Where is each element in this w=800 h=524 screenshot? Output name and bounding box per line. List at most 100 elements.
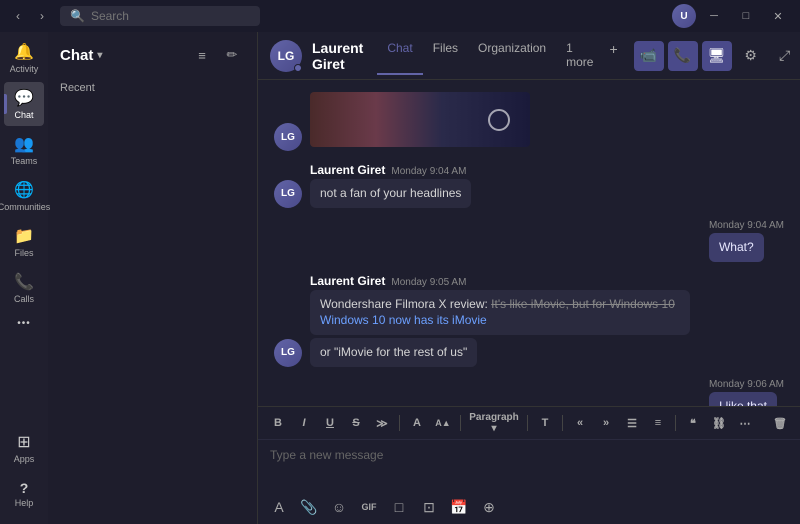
more-compose-button[interactable]: ⊕ [476, 494, 502, 520]
schedule-button[interactable]: 📅 [446, 494, 472, 520]
compose-icon: ✏ [227, 47, 238, 63]
messages-area[interactable]: LG LG Laurent Giret Monday 9:04 AM not a… [258, 80, 800, 406]
chat-label: Chat [14, 110, 33, 120]
meet-now-button[interactable]: ⊡ [416, 494, 442, 520]
emoji-button[interactable]: ☺ [326, 494, 352, 520]
sidebar-item-help[interactable]: ? Help [4, 474, 44, 514]
user-avatar: U [672, 4, 696, 28]
sidebar-item-chat[interactable]: 💬 Chat [4, 82, 44, 126]
strikethrough-button[interactable]: S [344, 411, 368, 435]
sidebar-item-files[interactable]: 📁 Files [4, 220, 44, 264]
msg-link-3[interactable]: Windows 10 now has its iMovie [320, 313, 487, 327]
search-input[interactable] [91, 9, 250, 23]
chat-list-header: Chat ▾ ≡ ✏ [48, 32, 257, 78]
tab-chat[interactable]: Chat [377, 37, 422, 75]
minimize-button[interactable]: ─ [700, 6, 728, 26]
compose-placeholder: Type a new message [270, 448, 788, 462]
msg-content-1: Laurent Giret Monday 9:04 AM not a fan o… [310, 163, 784, 208]
msg-bubble-1: not a fan of your headlines [310, 179, 471, 208]
msg-text-before-3: Wondershare Filmora X review: [320, 297, 491, 311]
compose-input-area[interactable]: Type a new message [258, 440, 800, 490]
number-list-button[interactable]: ≡ [646, 411, 670, 435]
bullet-list-button[interactable]: ☰ [620, 411, 644, 435]
msg-bubble-2: What? [709, 233, 764, 262]
more-toolbar-button[interactable]: ⋯ [733, 411, 757, 435]
topbar-actions: 📹 📞 🖥 ⚙ ⤢ [634, 41, 800, 71]
msg-sender-1: Laurent Giret [310, 163, 385, 177]
restore-button[interactable]: □ [732, 6, 760, 26]
tab-organization[interactable]: Organization [468, 37, 556, 75]
text-format-icon: A [274, 499, 283, 515]
active-indicator [4, 94, 7, 114]
screen-icon: 🖥 [708, 47, 726, 64]
highlight-button[interactable]: A▲ [431, 411, 455, 435]
sidebar-item-apps[interactable]: ⊞ Apps [4, 426, 44, 470]
text-format-toggle[interactable]: A [266, 494, 292, 520]
discard-button[interactable]: 🗑 [768, 411, 792, 435]
outgoing-time-2: Monday 9:04 AM [709, 220, 784, 231]
chat-topbar: LG Laurent Giret Chat Files Organization… [258, 32, 800, 80]
msg-time-1: Monday 9:04 AM [391, 166, 466, 177]
main-container: 🔔 Activity 💬 Chat 👥 Teams 🌐 Communities … [0, 32, 800, 524]
filter-button[interactable]: ≡ [189, 42, 215, 68]
font-color-button[interactable]: A [405, 411, 429, 435]
sidebar-item-calls[interactable]: 📞 Calls [4, 266, 44, 310]
sidebar-item-teams[interactable]: 👥 Teams [4, 128, 44, 172]
contact-name: Laurent Giret [312, 40, 363, 72]
outgoing-time-4: Monday 9:06 AM [709, 379, 784, 390]
message-group-3: LG Laurent Giret Monday 9:05 AM Wondersh… [274, 274, 784, 367]
sidebar-item-more[interactable]: ••• [4, 312, 44, 335]
msg-avatar-3: LG [274, 339, 302, 367]
more-format-button[interactable]: ≫ [370, 411, 394, 435]
compose-button[interactable]: ✏ [219, 42, 245, 68]
bold-button[interactable]: B [266, 411, 290, 435]
toolbar-divider-4 [562, 415, 563, 431]
image-preview [310, 92, 530, 147]
sticker-icon: □ [395, 499, 403, 515]
sidebar-item-activity[interactable]: 🔔 Activity [4, 36, 44, 80]
audio-call-button[interactable]: 📞 [668, 41, 698, 71]
outgoing-msg-2: Monday 9:04 AM What? [709, 220, 784, 262]
tab-files[interactable]: Files [423, 37, 468, 75]
forward-button[interactable]: › [32, 6, 52, 26]
chat-settings-button[interactable]: ⚙ [736, 41, 766, 71]
files-label: Files [14, 248, 33, 258]
back-button[interactable]: ‹ [8, 6, 28, 26]
tab-more[interactable]: 1 more [556, 37, 603, 75]
search-bar[interactable]: 🔍 [60, 6, 260, 26]
msg-header-1: Laurent Giret Monday 9:04 AM [310, 163, 784, 177]
activity-icon: 🔔 [14, 42, 34, 62]
titlebar: ‹ › 🔍 U ─ □ ✕ [0, 0, 800, 32]
add-tab-button[interactable]: + [603, 37, 623, 75]
calls-icon: 📞 [14, 272, 34, 292]
clear-format-button[interactable]: T [533, 411, 557, 435]
compose-bottom-bar: A 📎 ☺ GIF □ ⊡ 📅 [258, 490, 800, 524]
msg-bubble-3: Wondershare Filmora X review: It's like … [310, 290, 690, 336]
paragraph-style-button[interactable]: Paragraph ▾ [466, 411, 522, 435]
toolbar-divider-1 [399, 415, 400, 431]
close-button[interactable]: ✕ [764, 6, 792, 26]
sticker-button[interactable]: □ [386, 494, 412, 520]
attach-button[interactable]: 📎 [296, 494, 322, 520]
chat-tabs: Chat Files Organization 1 more + [377, 37, 623, 75]
help-label: Help [15, 498, 34, 508]
sidebar-item-communities[interactable]: 🌐 Communities [4, 174, 44, 218]
indent-more-button[interactable]: » [594, 411, 618, 435]
gif-button[interactable]: GIF [356, 494, 382, 520]
attach-icon: 📎 [300, 499, 317, 516]
indent-less-button[interactable]: « [568, 411, 592, 435]
popout-button[interactable]: ⤢ [770, 41, 800, 71]
screen-share-button[interactable]: 🖥 [702, 41, 732, 71]
calls-label: Calls [14, 294, 34, 304]
video-call-button[interactable]: 📹 [634, 41, 664, 71]
underline-button[interactable]: U [318, 411, 342, 435]
activity-label: Activity [10, 64, 39, 74]
quote-button[interactable]: ❝ [681, 411, 705, 435]
italic-button[interactable]: I [292, 411, 316, 435]
message-group-image: LG [274, 92, 784, 151]
communities-label: Communities [0, 202, 50, 212]
compose-toolbar: B I U S ≫ A A▲ Paragraph ▾ T « » ☰ ≡ ❝ ⛓ [258, 407, 800, 440]
link-button[interactable]: ⛓ [707, 411, 731, 435]
chat-list-title: Chat ▾ [60, 47, 102, 64]
message-group-1: LG Laurent Giret Monday 9:04 AM not a fa… [274, 163, 784, 208]
